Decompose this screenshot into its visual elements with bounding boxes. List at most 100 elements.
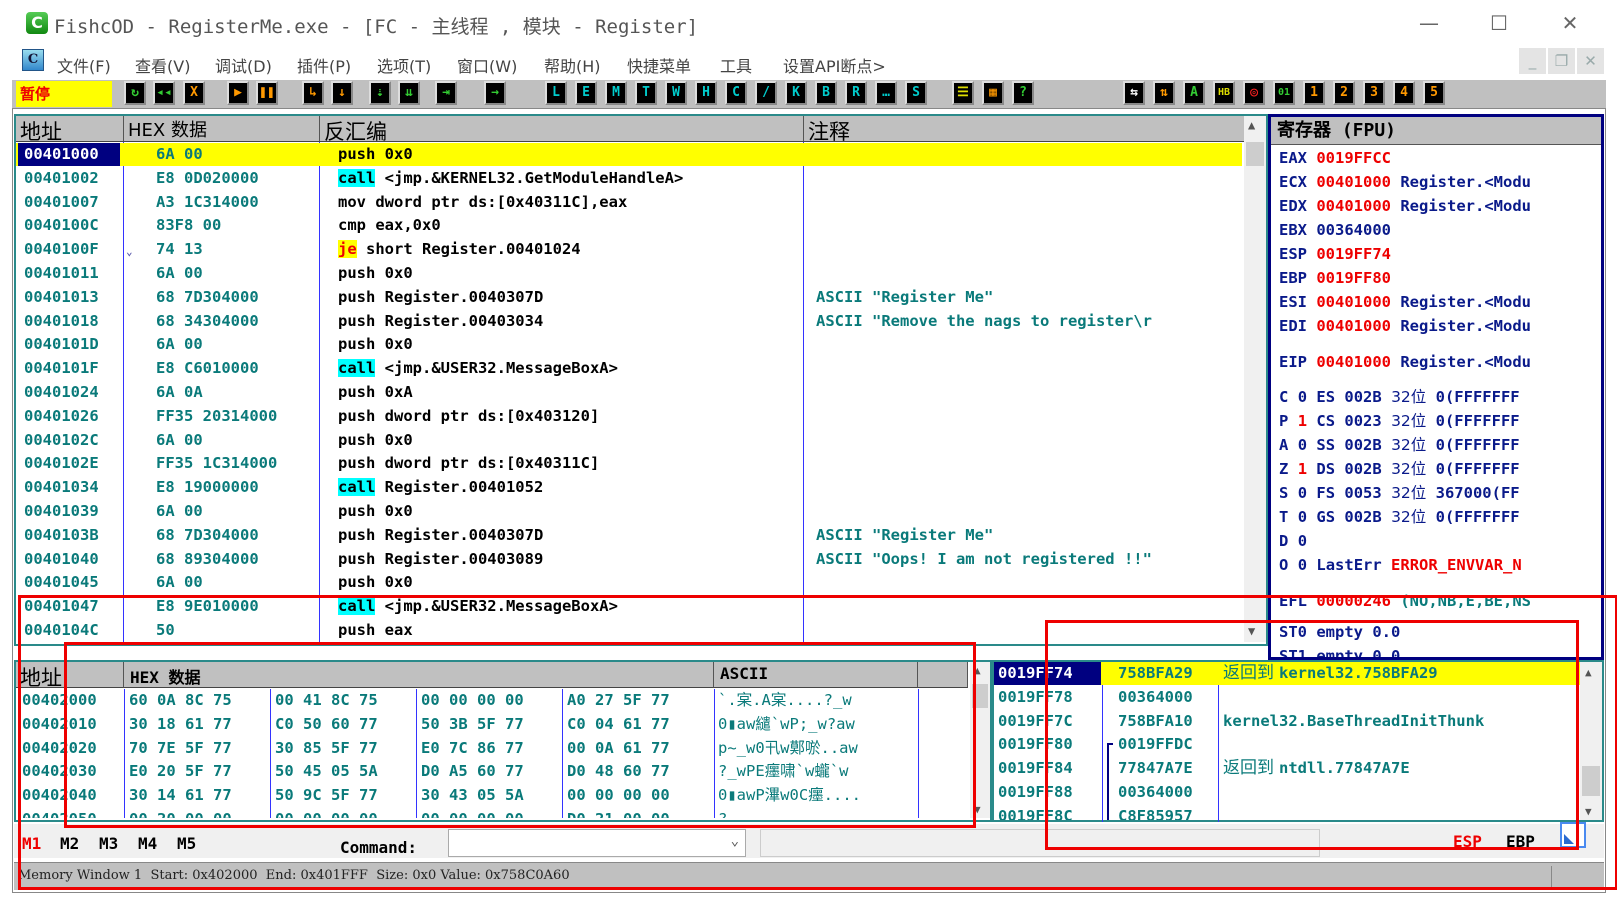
- menu-view[interactable]: 查看(V): [135, 53, 190, 77]
- minimize-button[interactable]: —: [1409, 8, 1449, 38]
- toolbar-window-button-l[interactable]: L: [545, 81, 567, 105]
- chevron-down-icon[interactable]: ⌄: [731, 833, 739, 849]
- toolbar-window-button-dots[interactable]: …: [875, 81, 897, 105]
- dump-col-header-hex[interactable]: HEX 数据: [124, 662, 714, 688]
- disasm-row[interactable]: 00401026 FF35 20314000 push dword ptr ds:[…: [16, 405, 1242, 428]
- scroll-down-icon[interactable]: ▼: [1585, 805, 1592, 818]
- num-4-icon[interactable]: 4: [1393, 81, 1415, 105]
- esp-button[interactable]: ESP: [1453, 832, 1482, 851]
- toolbar-window-button-c[interactable]: C: [725, 81, 747, 105]
- scroll-thumb[interactable]: [1582, 766, 1600, 796]
- command-input[interactable]: ⌄: [448, 829, 746, 857]
- disasm-row[interactable]: 00401024 6A 0A push 0xA: [16, 381, 1242, 404]
- menu-set-api-breakpoint[interactable]: 设置API断点>: [783, 53, 886, 77]
- disasm-row[interactable]: 00401007 A3 1C314000 mov dword ptr ds:[0x4…: [16, 191, 1242, 214]
- register-edx[interactable]: EDX 00401000 Register.<Modu: [1279, 195, 1531, 218]
- edit-icon[interactable]: [1560, 822, 1586, 848]
- list-icon[interactable]: ☰: [952, 81, 974, 105]
- menu-debug[interactable]: 调试(D): [215, 53, 272, 77]
- register-value[interactable]: 00364000: [1316, 221, 1391, 239]
- flag-value[interactable]: 1: [1298, 412, 1307, 430]
- register-efl[interactable]: EFL 00000246 (NO,NB,E,BE,NS: [1279, 590, 1531, 613]
- flag-row[interactable]: A 0 SS 002B 32位 0(FFFFFFF: [1279, 434, 1520, 457]
- fpu-st0[interactable]: ST0 empty 0.0: [1279, 621, 1400, 644]
- stack-row[interactable]: 0019FF7C 758BFA10 kernel32.BaseThreadInitT…: [994, 710, 1580, 733]
- register-ebx[interactable]: EBX 00364000: [1279, 219, 1391, 242]
- scroll-down-icon[interactable]: ▼: [1248, 624, 1255, 638]
- flag-value[interactable]: 0: [1298, 436, 1307, 454]
- col-header-hex[interactable]: HEX 数据: [124, 116, 320, 142]
- flag-row[interactable]: C 0 ES 002B 32位 0(FFFFFFF: [1279, 386, 1520, 409]
- menu-tools[interactable]: 工具: [720, 53, 752, 77]
- trace-over-icon[interactable]: ⇊: [398, 81, 420, 105]
- register-value[interactable]: 0019FF74: [1316, 245, 1391, 263]
- flag-row[interactable]: D 0: [1279, 530, 1307, 553]
- sort-icon[interactable]: ⇅: [1153, 81, 1175, 105]
- disasm-row[interactable]: 0040101F E8 C6010000 call <jmp.&USER32.Mes…: [16, 357, 1242, 380]
- num-1-icon[interactable]: 1: [1303, 81, 1325, 105]
- goto-icon[interactable]: →: [484, 81, 506, 105]
- registers-header[interactable]: 寄存器 (FPU): [1271, 117, 1601, 145]
- register-value[interactable]: 00401000: [1316, 353, 1391, 371]
- register-value[interactable]: 00401000: [1316, 317, 1391, 335]
- dump-scrollbar[interactable]: ▲ ▼: [970, 662, 990, 818]
- disasm-row[interactable]: 00401000 6A 00 push 0x0: [16, 143, 1242, 166]
- toolbar-window-button-w[interactable]: W: [665, 81, 687, 105]
- mem-tab-m3[interactable]: M3: [99, 834, 118, 853]
- disasm-row[interactable]: 0040103B 68 7D304000 push Register.0040307…: [16, 524, 1242, 547]
- disasm-row[interactable]: 00401018 68 34304000 push Register.0040303…: [16, 310, 1242, 333]
- run-icon[interactable]: ▶: [227, 81, 249, 105]
- restart-icon[interactable]: ↻: [124, 81, 146, 105]
- num-2-icon[interactable]: 2: [1333, 81, 1355, 105]
- scroll-up-icon[interactable]: ▲: [974, 664, 981, 677]
- step-into-icon[interactable]: ↳: [302, 81, 324, 105]
- swap-icon[interactable]: ⇆: [1123, 81, 1145, 105]
- disasm-row[interactable]: 0040100F ⌄ 74 13 je short Register.00401024: [16, 238, 1242, 261]
- disasm-row[interactable]: 0040102C 6A 00 push 0x0: [16, 429, 1242, 452]
- register-value[interactable]: 00401000: [1316, 293, 1391, 311]
- register-value[interactable]: 00401000: [1316, 173, 1391, 191]
- stack-row[interactable]: 0019FF78 00364000: [994, 686, 1580, 709]
- disasm-row[interactable]: 0040104C 50 push eax: [16, 619, 1242, 642]
- flag-row[interactable]: Z 1 DS 002B 32位 0(FFFFFFF: [1279, 458, 1520, 481]
- toolbar-window-button-k[interactable]: K: [785, 81, 807, 105]
- register-esp[interactable]: ESP 0019FF74: [1279, 243, 1391, 266]
- disasm-row[interactable]: 00401013 68 7D304000 push Register.0040307…: [16, 286, 1242, 309]
- register-ebp[interactable]: EBP 0019FF80: [1279, 267, 1391, 290]
- stack-row[interactable]: 0019FF74 758BFA29 返回到 kernel32.758BFA29: [994, 662, 1580, 685]
- disasm-row[interactable]: 00401040 68 89304000 push Register.0040308…: [16, 548, 1242, 571]
- disasm-row[interactable]: 00401039 6A 00 push 0x0: [16, 500, 1242, 523]
- stack-list[interactable]: 0019FF74 758BFA29 返回到 kernel32.758BFA29 001…: [994, 662, 1580, 820]
- register-value[interactable]: 00000246: [1316, 592, 1391, 610]
- stack-row[interactable]: 0019FF88 00364000: [994, 781, 1580, 804]
- dump-row[interactable]: 00402050 00 20 00 00 00 00 00 00 00 00 00 0…: [16, 808, 971, 818]
- menu-shortcuts[interactable]: 快捷菜单: [627, 53, 691, 77]
- mem-tab-m2[interactable]: M2: [60, 834, 79, 853]
- stack-row[interactable]: 0019FF8C C8F85957: [994, 805, 1580, 820]
- flag-value[interactable]: 0: [1298, 508, 1307, 526]
- dump-row[interactable]: 00402020 70 7E 5F 77 30 85 5F 77 E0 7C 86 7…: [16, 737, 971, 760]
- help-icon[interactable]: ?: [1012, 81, 1034, 105]
- ebp-button[interactable]: EBP: [1506, 832, 1535, 851]
- menu-file[interactable]: 文件(F): [57, 53, 111, 77]
- disasm-row[interactable]: 0040100C 83F8 00 cmp eax,0x0: [16, 214, 1242, 237]
- toolbar-window-button-e[interactable]: E: [575, 81, 597, 105]
- fpu-st1[interactable]: ST1 empty 0.0: [1279, 645, 1400, 657]
- flag-value[interactable]: 0: [1298, 484, 1307, 502]
- hb-icon[interactable]: HB: [1213, 81, 1235, 105]
- target-icon[interactable]: ◎: [1243, 81, 1265, 105]
- rewind-icon[interactable]: ◂◂: [153, 81, 175, 105]
- flag-row[interactable]: O 0 LastErr ERROR_ENVVAR_N: [1279, 554, 1522, 577]
- flag-value[interactable]: 1: [1298, 460, 1307, 478]
- dump-row[interactable]: 00402030 E0 20 5F 77 50 45 05 5A D0 A5 60 7…: [16, 760, 971, 783]
- menu-options[interactable]: 选项(T): [377, 53, 431, 77]
- execute-till-return-icon[interactable]: ⇥: [435, 81, 457, 105]
- stack-row[interactable]: 0019FF80 0019FFDC: [994, 733, 1580, 820]
- mdi-restore-button[interactable]: ❐: [1548, 48, 1575, 74]
- disasm-row[interactable]: 00401002 E8 0D020000 call <jmp.&KERNEL32.G…: [16, 167, 1242, 190]
- scroll-thumb[interactable]: [1246, 142, 1264, 166]
- num-3-icon[interactable]: 3: [1363, 81, 1385, 105]
- step-over-icon[interactable]: ↓: [331, 81, 353, 105]
- disasm-row[interactable]: 00401034 E8 19000000 call Register.0040105…: [16, 476, 1242, 499]
- disasm-row[interactable]: 0040101D 6A 00 push 0x0: [16, 333, 1242, 356]
